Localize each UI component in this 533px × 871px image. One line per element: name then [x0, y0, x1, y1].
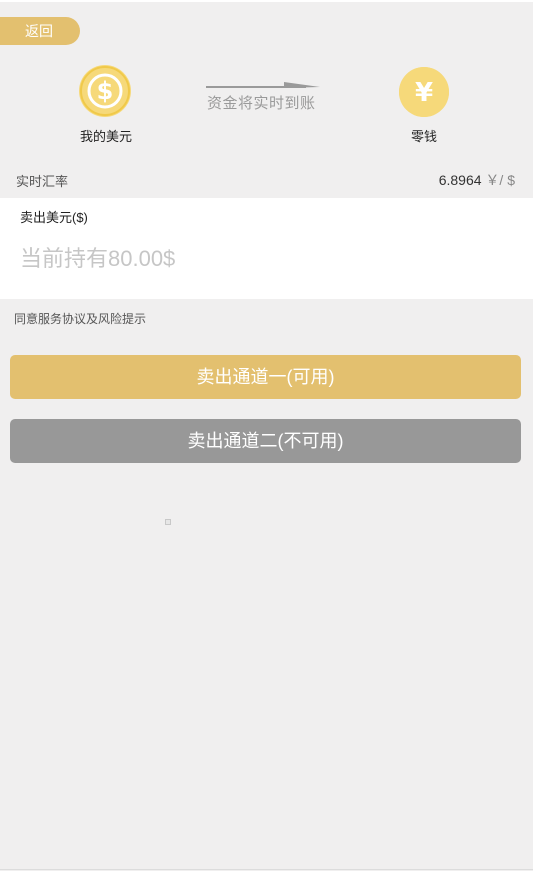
change-label: 零钱: [410, 129, 437, 144]
my-usd-label: 我的美元: [79, 129, 132, 144]
sell-channel-1-button[interactable]: 卖出通道一(可用): [10, 355, 521, 399]
rate-label: 实时汇率: [16, 174, 69, 189]
rate-unit: ￥/ $: [485, 172, 515, 188]
rate-number: 6.8964: [438, 172, 482, 188]
svg-text:¥: ¥: [415, 78, 433, 108]
rate-value: 6.8964 ￥/ $: [439, 170, 515, 190]
back-button[interactable]: 返回: [0, 17, 80, 45]
svg-text:$: $: [97, 77, 114, 105]
transfer-note: 资金将实时到账: [207, 95, 316, 112]
yuan-coin-icon: ¥: [399, 67, 449, 117]
agreement-link[interactable]: 同意服务协议及风险提示: [14, 310, 146, 327]
dollar-coin-icon: $: [79, 65, 131, 117]
bottom-divider: [0, 869, 533, 870]
sell-channel-2-button[interactable]: 卖出通道二(不可用): [10, 419, 521, 463]
placeholder-dot: [165, 519, 171, 525]
sell-amount-input[interactable]: [20, 246, 500, 272]
sell-usd-label: 卖出美元($): [20, 210, 88, 225]
arrow-right-icon: [206, 82, 320, 88]
sell-panel: 卖出美元($): [0, 198, 533, 299]
